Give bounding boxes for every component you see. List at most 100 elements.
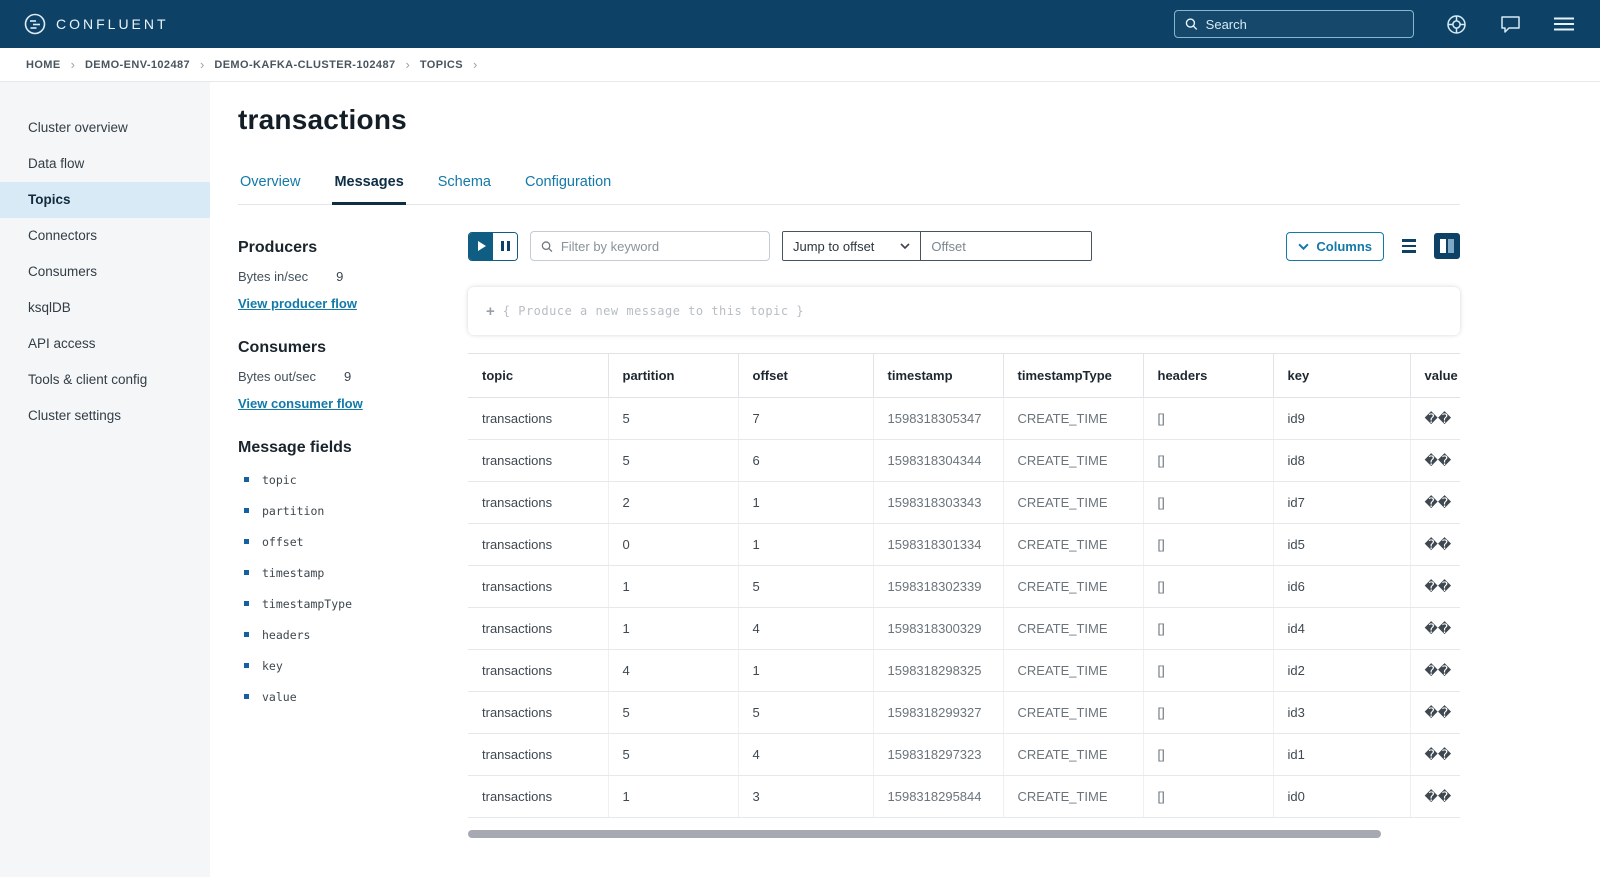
cell-value: �� xyxy=(1410,566,1460,608)
cell-offset: 4 xyxy=(738,608,873,650)
menu-icon[interactable] xyxy=(1552,12,1576,36)
cell-timestamp: 1598318297323 xyxy=(873,734,1003,776)
cell-key: id1 xyxy=(1273,734,1410,776)
cell-topic: transactions xyxy=(468,566,608,608)
message-field-headers: headers xyxy=(244,628,452,642)
breadcrumb-item-demo-env-102487[interactable]: DEMO-ENV-102487 xyxy=(85,59,190,71)
sidebar-item-topics[interactable]: Topics xyxy=(0,182,210,218)
list-view-button[interactable] xyxy=(1396,233,1422,259)
cell-headers: [] xyxy=(1143,776,1273,818)
produce-message-bar[interactable]: + { Produce a new message to this topic … xyxy=(468,287,1460,335)
cell-offset: 1 xyxy=(738,524,873,566)
global-search-input[interactable] xyxy=(1206,17,1403,32)
cell-offset: 7 xyxy=(738,398,873,440)
top-navbar: CONFLUENT xyxy=(0,0,1600,48)
cell-headers: [] xyxy=(1143,566,1273,608)
cell-timestamptype: CREATE_TIME xyxy=(1003,650,1143,692)
producers-heading: Producers xyxy=(238,239,452,257)
sidebar-item-cluster-overview[interactable]: Cluster overview xyxy=(0,110,210,146)
support-icon[interactable] xyxy=(1444,12,1468,36)
plus-icon: + xyxy=(486,303,495,320)
cell-partition: 1 xyxy=(608,776,738,818)
offset-input[interactable] xyxy=(921,232,1091,260)
message-row[interactable]: transactions141598318300329CREATE_TIME[]… xyxy=(468,608,1460,650)
message-row[interactable]: transactions411598318298325CREATE_TIME[]… xyxy=(468,650,1460,692)
breadcrumb-item-home[interactable]: HOME xyxy=(26,59,61,71)
sidebar-item-cluster-settings[interactable]: Cluster settings xyxy=(0,398,210,434)
message-row[interactable]: transactions151598318302339CREATE_TIME[]… xyxy=(468,566,1460,608)
cell-timestamptype: CREATE_TIME xyxy=(1003,692,1143,734)
cell-topic: transactions xyxy=(468,692,608,734)
tab-messages[interactable]: Messages xyxy=(332,174,405,205)
cell-key: id2 xyxy=(1273,650,1410,692)
cell-value: �� xyxy=(1410,776,1460,818)
columns-button-label: Columns xyxy=(1316,239,1372,254)
confluent-brand[interactable]: CONFLUENT xyxy=(24,13,169,35)
sidebar-item-connectors[interactable]: Connectors xyxy=(0,218,210,254)
cell-timestamptype: CREATE_TIME xyxy=(1003,608,1143,650)
cell-headers: [] xyxy=(1143,524,1273,566)
breadcrumb-item-demo-kafka-cluster-102487[interactable]: DEMO-KAFKA-CLUSTER-102487 xyxy=(214,59,395,71)
tab-configuration[interactable]: Configuration xyxy=(523,174,613,204)
cell-timestamp: 1598318301334 xyxy=(873,524,1003,566)
global-search[interactable] xyxy=(1174,10,1414,38)
cell-timestamp: 1598318298325 xyxy=(873,650,1003,692)
message-fields-heading: Message fields xyxy=(238,439,452,457)
message-field-timestamp: timestamp xyxy=(244,566,452,580)
message-row[interactable]: transactions541598318297323CREATE_TIME[]… xyxy=(468,734,1460,776)
grid-view-button[interactable] xyxy=(1434,233,1460,259)
jump-to-select[interactable]: Jump to offset xyxy=(783,232,921,260)
message-row[interactable]: transactions211598318303343CREATE_TIME[]… xyxy=(468,482,1460,524)
columns-button[interactable]: Columns xyxy=(1286,232,1384,261)
cell-key: id3 xyxy=(1273,692,1410,734)
jump-to-offset-group: Jump to offset xyxy=(782,231,1092,261)
sidebar-item-data-flow[interactable]: Data flow xyxy=(0,146,210,182)
brand-name: CONFLUENT xyxy=(56,16,169,32)
message-row[interactable]: transactions131598318295844CREATE_TIME[]… xyxy=(468,776,1460,818)
cell-topic: transactions xyxy=(468,398,608,440)
sidebar-item-api-access[interactable]: API access xyxy=(0,326,210,362)
cell-value: �� xyxy=(1410,692,1460,734)
cell-headers: [] xyxy=(1143,692,1273,734)
bytes-out-label: Bytes out/sec xyxy=(238,369,316,384)
chevron-right-icon: › xyxy=(405,58,409,71)
cell-key: id5 xyxy=(1273,524,1410,566)
message-row[interactable]: transactions551598318299327CREATE_TIME[]… xyxy=(468,692,1460,734)
sidebar-item-tools-client-config[interactable]: Tools & client config xyxy=(0,362,210,398)
message-field-value: value xyxy=(244,690,452,704)
bytes-in-stat: Bytes in/sec 9 xyxy=(238,269,452,284)
cell-timestamptype: CREATE_TIME xyxy=(1003,440,1143,482)
cell-topic: transactions xyxy=(468,524,608,566)
tab-schema[interactable]: Schema xyxy=(436,174,493,204)
cell-timestamptype: CREATE_TIME xyxy=(1003,398,1143,440)
message-field-partition: partition xyxy=(244,504,452,518)
grid-view-icon xyxy=(1440,239,1446,253)
bytes-out-value: 9 xyxy=(344,369,351,384)
message-row[interactable]: transactions011598318301334CREATE_TIME[]… xyxy=(468,524,1460,566)
cell-offset: 3 xyxy=(738,776,873,818)
view-consumer-flow-link[interactable]: View consumer flow xyxy=(238,396,363,411)
cell-topic: transactions xyxy=(468,482,608,524)
horizontal-scrollbar-thumb[interactable] xyxy=(468,830,1381,838)
breadcrumb-item-topics[interactable]: TOPICS xyxy=(420,59,463,71)
messages-panel: Jump to offset Columns xyxy=(468,231,1460,838)
cell-timestamp: 1598318295844 xyxy=(873,776,1003,818)
message-row[interactable]: transactions561598318304344CREATE_TIME[]… xyxy=(468,440,1460,482)
cell-topic: transactions xyxy=(468,734,608,776)
feedback-chat-icon[interactable] xyxy=(1498,12,1522,36)
sidebar-item-consumers[interactable]: Consumers xyxy=(0,254,210,290)
sidebar-item-ksqldb[interactable]: ksqlDB xyxy=(0,290,210,326)
filter-keyword-input[interactable] xyxy=(561,239,759,254)
search-icon xyxy=(541,240,553,253)
pause-button[interactable] xyxy=(493,233,517,260)
cell-offset: 1 xyxy=(738,482,873,524)
play-button[interactable] xyxy=(469,233,493,260)
table-header-row: topicpartitionoffsettimestamptimestampTy… xyxy=(468,354,1460,398)
message-row[interactable]: transactions571598318305347CREATE_TIME[]… xyxy=(468,398,1460,440)
filter-box xyxy=(530,231,770,261)
view-producer-flow-link[interactable]: View producer flow xyxy=(238,296,357,311)
table-body: transactions571598318305347CREATE_TIME[]… xyxy=(468,398,1460,818)
cell-value: �� xyxy=(1410,440,1460,482)
tab-overview[interactable]: Overview xyxy=(238,174,302,204)
cell-topic: transactions xyxy=(468,440,608,482)
